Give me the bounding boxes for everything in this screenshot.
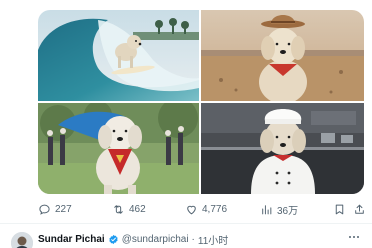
like-count: 4,776 [202, 203, 228, 215]
reply-button[interactable]: 227 [38, 200, 72, 218]
media-image-surfing-dog[interactable] [38, 10, 199, 101]
next-tweet-header: Sundar Pichai @sundarpichai · 11小时 [0, 224, 372, 248]
verified-badge-icon [108, 234, 119, 245]
like-icon [185, 203, 198, 216]
author-handle[interactable]: @sundarpichai [122, 234, 189, 245]
more-options-button[interactable] [348, 232, 360, 242]
cowboy-dog-illustration [201, 10, 364, 101]
bookmark-button[interactable] [333, 200, 346, 218]
views-count: 36万 [277, 205, 299, 217]
share-icon [353, 203, 366, 216]
more-icon [349, 236, 359, 238]
share-button[interactable] [353, 200, 366, 218]
bookmark-icon [333, 203, 346, 216]
retweet-icon [112, 203, 125, 216]
retweet-count: 462 [129, 203, 146, 215]
media-image-cowboy-dog[interactable] [201, 10, 364, 101]
tweet-timestamp[interactable]: 11小时 [198, 232, 228, 247]
avatar[interactable] [11, 232, 33, 248]
surfing-dog-illustration [38, 10, 199, 101]
retweet-button[interactable]: 462 [112, 200, 146, 218]
like-button[interactable]: 4,776 [185, 200, 227, 218]
media-image-chef-dog[interactable] [201, 103, 364, 194]
tweet-media-grid [38, 10, 364, 194]
author-name[interactable]: Sundar Pichai [38, 234, 105, 245]
chef-dog-illustration [201, 103, 364, 194]
views-button[interactable]: 36万 [260, 200, 298, 218]
tweet-action-bar: 227 462 4,776 36万 [38, 200, 364, 218]
author-line: Sundar Pichai @sundarpichai · 11小时 [38, 232, 228, 247]
reply-icon [38, 203, 51, 216]
media-image-superhero-dog[interactable] [38, 103, 199, 194]
views-icon [260, 203, 273, 216]
reply-count: 227 [55, 203, 72, 215]
separator-dot: · [191, 234, 195, 245]
superhero-dog-illustration [38, 103, 199, 194]
